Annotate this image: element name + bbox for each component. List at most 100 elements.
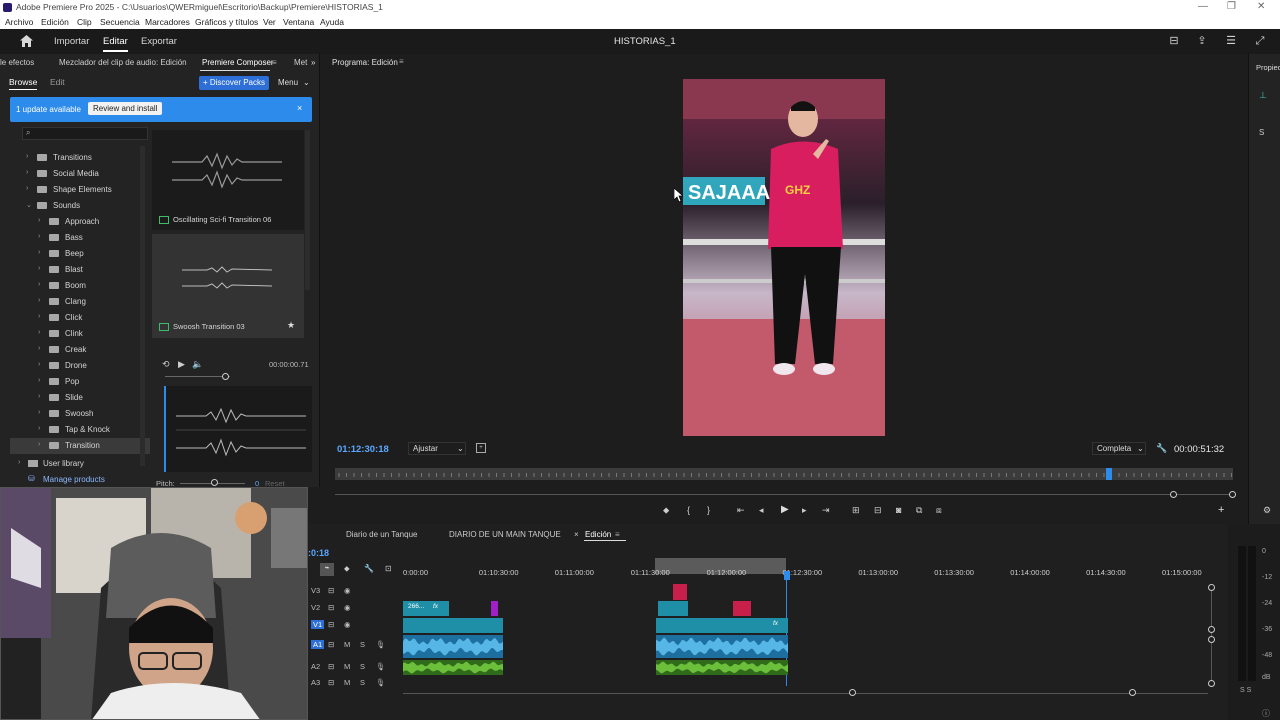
a1-audio-clip-2[interactable] bbox=[656, 635, 788, 658]
solo-icon[interactable]: S bbox=[360, 640, 365, 649]
quality-dropdown[interactable]: Completa ⌄ bbox=[1092, 442, 1146, 455]
mark-out-icon[interactable]: } bbox=[707, 505, 710, 515]
nav-editar[interactable]: Editar bbox=[103, 36, 128, 52]
user-library-row[interactable]: › User library bbox=[14, 457, 144, 471]
tree-item[interactable]: › Social Media bbox=[10, 166, 150, 182]
nav-exportar[interactable]: Exportar bbox=[141, 36, 177, 47]
chevron-right-icon[interactable]: › bbox=[38, 425, 40, 432]
properties-tab[interactable]: Propiec bbox=[1256, 63, 1280, 72]
subtab-edit[interactable]: Edit bbox=[50, 77, 65, 87]
tree-item[interactable]: ⌄ Sounds bbox=[10, 198, 150, 214]
zoom-scroll-track[interactable] bbox=[335, 494, 1233, 495]
loop-icon[interactable]: ⟲ bbox=[162, 359, 170, 370]
search-input[interactable]: ⌕ bbox=[22, 127, 148, 140]
v2-purple-clip[interactable] bbox=[491, 601, 498, 616]
nav-importar[interactable]: Importar bbox=[54, 36, 89, 47]
chevron-right-icon[interactable]: › bbox=[38, 393, 40, 400]
tab-premiere-composer[interactable]: Premiere Composer bbox=[202, 58, 274, 67]
menu-ayuda[interactable]: Ayuda bbox=[320, 17, 344, 27]
solo-icon[interactable]: S bbox=[360, 662, 365, 671]
tree-item[interactable]: › Slide bbox=[10, 390, 150, 406]
sync-lock-icon[interactable]: ⊟ bbox=[328, 620, 334, 629]
track-label[interactable]: V3 bbox=[311, 586, 320, 595]
properties-icon[interactable]: ⊥ bbox=[1259, 90, 1267, 101]
tree-scrollbar[interactable] bbox=[140, 146, 145, 466]
share-icon[interactable]: ⇪ bbox=[1196, 35, 1208, 47]
chevron-right-icon[interactable]: › bbox=[26, 169, 28, 176]
step-back-icon[interactable]: ◂ bbox=[759, 505, 764, 516]
info-icon[interactable]: ⓘ bbox=[1262, 708, 1270, 719]
volume-slider-thumb[interactable] bbox=[222, 373, 229, 380]
chevron-right-icon[interactable]: › bbox=[38, 233, 40, 240]
mic-icon[interactable]: 🎙 bbox=[376, 640, 386, 649]
home-icon[interactable] bbox=[20, 35, 33, 47]
v2-pink-clip[interactable] bbox=[733, 601, 751, 616]
chevron-right-icon[interactable]: › bbox=[38, 297, 40, 304]
step-forward-icon[interactable]: ▸ bbox=[802, 505, 807, 516]
menu-marcadores[interactable]: Marcadores bbox=[145, 17, 190, 27]
close-icon[interactable]: ✕ bbox=[1257, 1, 1265, 12]
menu-edicion[interactable]: Edición bbox=[41, 17, 69, 27]
tree-item[interactable]: › Clink bbox=[10, 326, 150, 342]
menu-graficos[interactable]: Gráficos y títulos bbox=[195, 17, 258, 27]
mute-icon[interactable]: M bbox=[344, 662, 350, 671]
chevron-right-icon[interactable]: › bbox=[26, 153, 28, 160]
camera-icon[interactable]: ◙ bbox=[896, 505, 901, 515]
mic-icon[interactable]: 🎙 bbox=[376, 678, 386, 687]
volume-icon[interactable]: 🔈 bbox=[192, 359, 203, 370]
a2-audio-clip[interactable] bbox=[403, 660, 503, 675]
playhead-timecode[interactable]: 01:12:30:18 bbox=[337, 444, 389, 455]
extract-icon[interactable]: ⊟ bbox=[874, 505, 882, 516]
add-marker-icon[interactable]: ⬥ bbox=[663, 505, 669, 516]
panels-menu-icon[interactable]: ☰ bbox=[1225, 35, 1237, 47]
fit-dropdown[interactable]: Ajustar ⌄ bbox=[408, 442, 466, 455]
safe-margins-icon[interactable]: + bbox=[476, 443, 486, 453]
tree-item[interactable]: › Pop bbox=[10, 374, 150, 390]
solo-icon[interactable]: S bbox=[360, 678, 365, 687]
vertical-zoom-handle[interactable] bbox=[1208, 680, 1215, 687]
play-icon[interactable]: ▶ bbox=[781, 504, 789, 515]
settings-icon[interactable]: ⚙ bbox=[1263, 505, 1271, 516]
tree-item[interactable]: › Beep bbox=[10, 246, 150, 262]
sync-lock-icon[interactable]: ⊟ bbox=[328, 678, 334, 687]
v1-clip[interactable] bbox=[403, 618, 503, 633]
time-ruler[interactable]: 0:00:00 01:10:30:00 01:11:00:00 01:11:30:00… bbox=[308, 524, 1228, 584]
tab-menu-icon[interactable]: ≡ bbox=[272, 58, 277, 67]
mic-icon[interactable]: 🎙 bbox=[376, 662, 386, 671]
tab-mezclador[interactable]: Mezclador del clip de audio: Edición bbox=[59, 58, 187, 67]
chevron-right-icon[interactable]: › bbox=[38, 409, 40, 416]
mute-icon[interactable]: M bbox=[344, 640, 350, 649]
preview-waveform[interactable] bbox=[164, 386, 312, 472]
track-label[interactable]: V2 bbox=[311, 603, 320, 612]
chevron-right-icon[interactable]: › bbox=[38, 217, 40, 224]
tree-item[interactable]: › Swoosh bbox=[10, 406, 150, 422]
horizontal-zoom-handle[interactable] bbox=[849, 689, 856, 696]
maximize-icon[interactable]: ❐ bbox=[1227, 1, 1236, 12]
close-banner-icon[interactable]: × bbox=[297, 103, 302, 113]
menu-dropdown[interactable]: Menu ⌄ bbox=[274, 76, 312, 90]
tab-met[interactable]: Met bbox=[294, 58, 307, 67]
go-to-out-icon[interactable]: ⇥ bbox=[822, 505, 830, 516]
solo-buttons[interactable]: S S bbox=[1240, 687, 1251, 694]
track-label[interactable]: A2 bbox=[311, 662, 320, 671]
tree-item[interactable]: › Bass bbox=[10, 230, 150, 246]
monitor-tab-menu-icon[interactable]: ≡ bbox=[399, 57, 404, 66]
chevron-down-icon[interactable]: ⌄ bbox=[26, 201, 32, 209]
go-to-in-icon[interactable]: ⇤ bbox=[737, 505, 745, 516]
menu-secuencia[interactable]: Secuencia bbox=[100, 17, 140, 27]
tree-item[interactable]: › Shape Elements bbox=[10, 182, 150, 198]
workspace-icon[interactable]: ⊟ bbox=[1168, 35, 1180, 47]
vertical-zoom-handle[interactable] bbox=[1208, 626, 1215, 633]
chevron-right-icon[interactable]: › bbox=[38, 313, 40, 320]
v2-clip[interactable]: 266... fx bbox=[403, 601, 449, 616]
v3-pink-clip[interactable] bbox=[673, 584, 687, 600]
lift-icon[interactable]: ⊞ bbox=[852, 505, 860, 516]
manage-products-row[interactable]: ⛁ Manage products bbox=[28, 473, 158, 487]
monitor-playhead[interactable] bbox=[1106, 468, 1112, 480]
mark-in-icon[interactable]: { bbox=[687, 505, 690, 515]
wrench-icon[interactable]: 🔧 bbox=[1156, 443, 1167, 454]
a2-audio-clip-2[interactable] bbox=[656, 660, 788, 675]
monitor-scrub-bar[interactable] bbox=[335, 468, 1233, 480]
zoom-handle-left[interactable] bbox=[1170, 491, 1177, 498]
more-tabs-icon[interactable]: » bbox=[311, 58, 315, 67]
